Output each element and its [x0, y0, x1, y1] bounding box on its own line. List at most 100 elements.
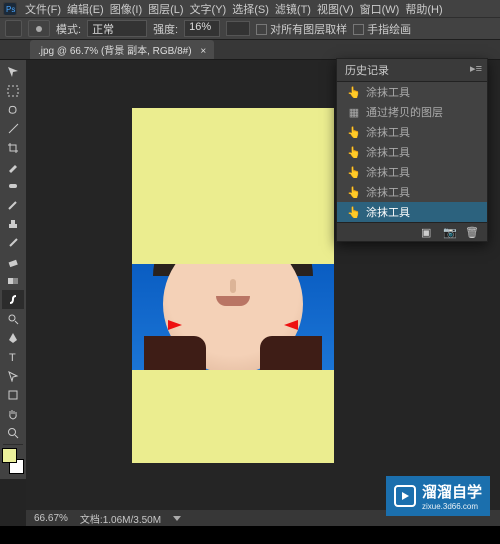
- path-select-tool[interactable]: [2, 366, 24, 385]
- toolbox-separator: [3, 444, 23, 445]
- history-item-label: 涂抹工具: [366, 144, 410, 160]
- nose-shape: [230, 279, 236, 293]
- play-icon: [394, 485, 416, 507]
- menu-help[interactable]: 帮助(H): [403, 1, 444, 17]
- history-item[interactable]: 👆 涂抹工具: [337, 182, 487, 202]
- smudge-icon: 👆: [347, 206, 361, 219]
- history-item[interactable]: 👆 涂抹工具: [337, 122, 487, 142]
- menu-edit[interactable]: 编辑(E): [65, 1, 106, 17]
- annotation-arrow-right: [284, 320, 298, 330]
- photo-region: [132, 264, 334, 370]
- history-panel-title: 历史记录: [345, 62, 389, 78]
- stamp-tool[interactable]: [2, 214, 24, 233]
- document-tab-title: .jpg @ 66.7% (背景 副本, RGB/8#): [38, 46, 192, 57]
- history-item[interactable]: 👆 涂抹工具: [337, 142, 487, 162]
- options-bar: 模式: 正常 强度: 16% 对所有图层取样 手指绘画: [0, 17, 500, 40]
- svg-text:Ps: Ps: [6, 5, 15, 14]
- lasso-tool[interactable]: [2, 100, 24, 119]
- heal-tool[interactable]: [2, 176, 24, 195]
- document-tabbar: .jpg @ 66.7% (背景 副本, RGB/8#) ×: [0, 40, 500, 60]
- zoom-level[interactable]: 66.67%: [34, 513, 68, 524]
- panel-menu-icon[interactable]: ▸≡: [470, 62, 482, 75]
- menu-layer[interactable]: 图层(L): [146, 1, 185, 17]
- move-tool[interactable]: [2, 62, 24, 81]
- history-panel[interactable]: 历史记录 ▸≡ 👆 涂抹工具 ▦ 通过拷贝的图层 👆 涂抹工具 👆 涂抹工具 👆 涂抹工具…: [336, 58, 488, 242]
- type-tool[interactable]: T: [2, 347, 24, 366]
- shape-tool[interactable]: [2, 385, 24, 404]
- toolbox: T: [0, 60, 26, 479]
- menu-file[interactable]: 文件(F): [23, 1, 63, 17]
- brush-preset-picker[interactable]: [28, 20, 50, 37]
- smudge-icon: 👆: [347, 186, 361, 199]
- history-item-label: 通过拷贝的图层: [366, 104, 443, 120]
- gradient-tool[interactable]: [2, 271, 24, 290]
- history-item-label: 涂抹工具: [366, 124, 410, 140]
- camera-icon[interactable]: 📷: [443, 226, 457, 238]
- history-item-label: 涂抹工具: [366, 164, 410, 180]
- smudge-icon: 👆: [347, 166, 361, 179]
- history-item-label: 涂抹工具: [366, 204, 410, 220]
- menubar: Ps 文件(F) 编辑(E) 图像(I) 图层(L) 文字(Y) 选择(S) 滤…: [0, 0, 500, 17]
- menu-window[interactable]: 窗口(W): [358, 1, 402, 17]
- strength-label: 强度:: [153, 21, 178, 37]
- mode-select[interactable]: 正常: [87, 20, 147, 37]
- layer-icon: ▦: [347, 106, 361, 119]
- eyedropper-tool[interactable]: [2, 157, 24, 176]
- crop-tool[interactable]: [2, 138, 24, 157]
- history-item[interactable]: ▦ 通过拷贝的图层: [337, 102, 487, 122]
- ps-logo-icon: Ps: [3, 2, 17, 15]
- mouth-shape: [216, 296, 250, 306]
- menu-select[interactable]: 选择(S): [230, 1, 271, 17]
- doc-size[interactable]: 文档:1.06M/3.50M: [80, 511, 161, 526]
- menu-view[interactable]: 视图(V): [315, 1, 356, 17]
- bottom-strip: [0, 526, 500, 544]
- history-item[interactable]: 👆 涂抹工具: [337, 82, 487, 102]
- watermark-brand: 溜溜自学: [422, 481, 482, 502]
- history-item[interactable]: 👆 涂抹工具: [337, 162, 487, 182]
- smudge-icon: 👆: [347, 86, 361, 99]
- finger-paint-checkbox[interactable]: [353, 24, 364, 35]
- color-swatches[interactable]: [2, 448, 24, 474]
- sample-all-layers-checkbox[interactable]: [256, 24, 267, 35]
- svg-text:T: T: [9, 352, 16, 363]
- tablet-pressure-icon[interactable]: [226, 21, 250, 36]
- smudge-tool[interactable]: [2, 290, 24, 309]
- collar-right: [260, 336, 322, 370]
- history-item-label: 涂抹工具: [366, 184, 410, 200]
- mode-label: 模式:: [56, 21, 81, 37]
- zoom-tool[interactable]: [2, 423, 24, 442]
- snapshot-icon[interactable]: ▣: [421, 226, 435, 238]
- trash-icon[interactable]: 🗑: [465, 226, 479, 238]
- strength-input[interactable]: 16%: [184, 20, 220, 37]
- marquee-tool[interactable]: [2, 81, 24, 100]
- current-tool-icon[interactable]: [5, 20, 22, 37]
- pen-tool[interactable]: [2, 328, 24, 347]
- history-panel-footer: ▣ 📷 🗑: [337, 222, 487, 241]
- history-item[interactable]: 👆 涂抹工具: [337, 202, 487, 222]
- menu-image[interactable]: 图像(I): [108, 1, 144, 17]
- annotation-arrow-left: [168, 320, 182, 330]
- document-canvas[interactable]: [132, 108, 334, 463]
- history-panel-titlebar[interactable]: 历史记录 ▸≡: [337, 59, 487, 82]
- menu-filter[interactable]: 滤镜(T): [273, 1, 313, 17]
- document-tab[interactable]: .jpg @ 66.7% (背景 副本, RGB/8#) ×: [30, 40, 214, 59]
- smudge-icon: 👆: [347, 126, 361, 139]
- sample-all-layers-label: 对所有图层取样: [270, 24, 347, 36]
- history-item-label: 涂抹工具: [366, 84, 410, 100]
- dodge-tool[interactable]: [2, 309, 24, 328]
- watermark: 溜溜自学 zixue.3d66.com: [386, 476, 490, 516]
- history-list: 👆 涂抹工具 ▦ 通过拷贝的图层 👆 涂抹工具 👆 涂抹工具 👆 涂抹工具 👆 涂抹工具 👆…: [337, 82, 487, 222]
- foreground-swatch[interactable]: [2, 448, 17, 463]
- close-tab-icon[interactable]: ×: [200, 46, 206, 57]
- history-brush-tool[interactable]: [2, 233, 24, 252]
- collar-left: [144, 336, 206, 370]
- finger-paint-label: 手指绘画: [367, 24, 411, 36]
- wand-tool[interactable]: [2, 119, 24, 138]
- status-menu-icon[interactable]: [173, 516, 181, 521]
- brush-tool[interactable]: [2, 195, 24, 214]
- eraser-tool[interactable]: [2, 252, 24, 271]
- hand-tool[interactable]: [2, 404, 24, 423]
- watermark-url: zixue.3d66.com: [422, 502, 482, 511]
- menu-type[interactable]: 文字(Y): [188, 1, 229, 17]
- smudge-icon: 👆: [347, 146, 361, 159]
